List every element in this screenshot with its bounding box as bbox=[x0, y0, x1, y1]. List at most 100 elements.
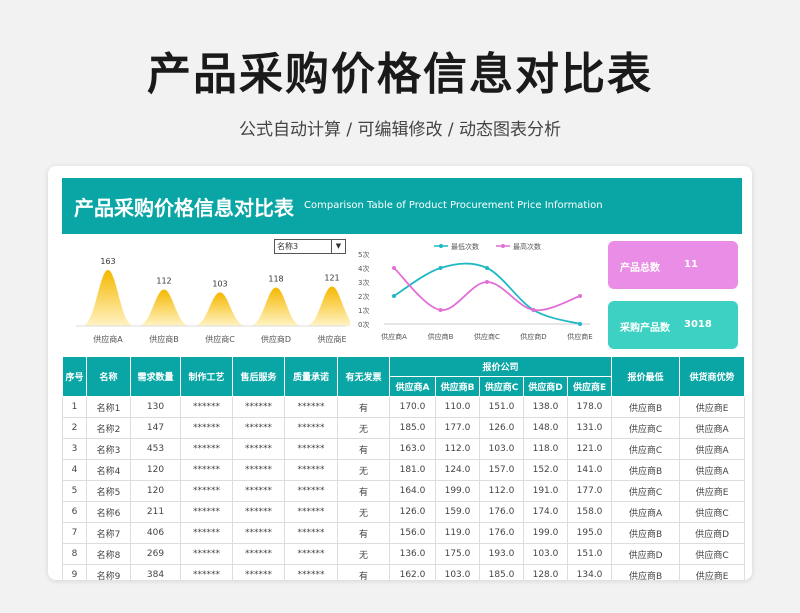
table-cell[interactable]: 2 bbox=[62, 417, 87, 439]
table-cell[interactable]: 170.0 bbox=[389, 396, 436, 418]
chevron-down-icon[interactable]: ▼ bbox=[331, 240, 345, 253]
table-cell[interactable]: 110.0 bbox=[435, 396, 480, 418]
table-cell[interactable]: 3 bbox=[62, 438, 87, 460]
table-cell[interactable]: 1 bbox=[62, 396, 87, 418]
table-cell[interactable]: ****** bbox=[180, 564, 233, 580]
table-cell[interactable]: 191.0 bbox=[523, 480, 568, 502]
table-cell[interactable]: 178.0 bbox=[566, 396, 613, 418]
table-cell[interactable]: 供应商D bbox=[679, 522, 746, 544]
table-cell[interactable]: 157.0 bbox=[479, 459, 524, 481]
table-cell[interactable]: 供应商C bbox=[611, 438, 681, 460]
table-cell[interactable]: 151.0 bbox=[566, 543, 613, 565]
table-cell[interactable]: 181.0 bbox=[389, 459, 436, 481]
table-cell[interactable]: 185.0 bbox=[479, 564, 524, 580]
table-cell[interactable]: 112.0 bbox=[435, 438, 480, 460]
table-cell[interactable]: 151.0 bbox=[479, 396, 524, 418]
table-cell[interactable]: 119.0 bbox=[435, 522, 480, 544]
table-cell[interactable]: 有 bbox=[337, 396, 390, 418]
table-cell[interactable]: 103.0 bbox=[523, 543, 568, 565]
table-cell[interactable]: ****** bbox=[180, 543, 233, 565]
table-cell[interactable]: 供应商B bbox=[611, 396, 681, 418]
table-cell[interactable]: 177.0 bbox=[566, 480, 613, 502]
table-cell[interactable]: 6 bbox=[62, 501, 87, 523]
table-cell[interactable]: 有 bbox=[337, 522, 390, 544]
table-cell[interactable]: 有 bbox=[337, 564, 390, 580]
table-cell[interactable]: 8 bbox=[62, 543, 87, 565]
table-cell[interactable]: 131.0 bbox=[566, 417, 613, 439]
table-cell[interactable]: 406 bbox=[130, 522, 181, 544]
table-cell[interactable]: ****** bbox=[232, 459, 285, 481]
table-cell[interactable]: 4 bbox=[62, 459, 87, 481]
table-cell[interactable]: ****** bbox=[232, 480, 285, 502]
table-cell[interactable]: 有 bbox=[337, 438, 390, 460]
table-cell[interactable]: 120 bbox=[130, 459, 181, 481]
table-cell[interactable]: 177.0 bbox=[435, 417, 480, 439]
table-cell[interactable]: 156.0 bbox=[389, 522, 436, 544]
table-cell[interactable]: 199.0 bbox=[435, 480, 480, 502]
table-cell[interactable]: ****** bbox=[180, 522, 233, 544]
table-cell[interactable]: 453 bbox=[130, 438, 181, 460]
table-cell[interactable]: 118.0 bbox=[523, 438, 568, 460]
table-cell[interactable]: ****** bbox=[232, 417, 285, 439]
table-cell[interactable]: 名称1 bbox=[86, 396, 131, 418]
table-cell[interactable]: 148.0 bbox=[523, 417, 568, 439]
table-cell[interactable]: 无 bbox=[337, 417, 390, 439]
table-cell[interactable]: 174.0 bbox=[523, 501, 568, 523]
table-cell[interactable]: ****** bbox=[284, 522, 338, 544]
table-cell[interactable]: ****** bbox=[232, 543, 285, 565]
table-cell[interactable]: ****** bbox=[180, 417, 233, 439]
table-cell[interactable]: 195.0 bbox=[566, 522, 613, 544]
table-cell[interactable]: 供应商E bbox=[679, 396, 746, 418]
table-cell[interactable]: ****** bbox=[180, 480, 233, 502]
table-cell[interactable]: 5 bbox=[62, 480, 87, 502]
table-cell[interactable]: 126.0 bbox=[479, 417, 524, 439]
table-cell[interactable]: 供应商C bbox=[611, 480, 681, 502]
table-cell[interactable]: ****** bbox=[284, 480, 338, 502]
table-cell[interactable]: ****** bbox=[284, 396, 338, 418]
table-cell[interactable]: 名称2 bbox=[86, 417, 131, 439]
table-cell[interactable]: 138.0 bbox=[523, 396, 568, 418]
table-cell[interactable]: 147 bbox=[130, 417, 181, 439]
table-cell[interactable]: 193.0 bbox=[479, 543, 524, 565]
table-cell[interactable]: 163.0 bbox=[389, 438, 436, 460]
table-cell[interactable]: 供应商C bbox=[679, 543, 746, 565]
table-cell[interactable]: 134.0 bbox=[566, 564, 613, 580]
table-cell[interactable]: ****** bbox=[284, 501, 338, 523]
table-cell[interactable]: 供应商A bbox=[679, 459, 746, 481]
table-cell[interactable]: 有 bbox=[337, 480, 390, 502]
table-cell[interactable]: 185.0 bbox=[389, 417, 436, 439]
table-cell[interactable]: 名称5 bbox=[86, 480, 131, 502]
table-cell[interactable]: 120 bbox=[130, 480, 181, 502]
table-cell[interactable]: 130 bbox=[130, 396, 181, 418]
table-cell[interactable]: 152.0 bbox=[523, 459, 568, 481]
table-cell[interactable]: 供应商E bbox=[679, 564, 746, 580]
table-cell[interactable]: ****** bbox=[232, 564, 285, 580]
table-cell[interactable]: ****** bbox=[232, 522, 285, 544]
table-cell[interactable]: ****** bbox=[180, 438, 233, 460]
table-cell[interactable]: 供应商C bbox=[679, 501, 746, 523]
table-cell[interactable]: 211 bbox=[130, 501, 181, 523]
table-cell[interactable]: 供应商A bbox=[679, 417, 746, 439]
table-cell[interactable]: 供应商B bbox=[611, 564, 681, 580]
table-cell[interactable]: 名称8 bbox=[86, 543, 131, 565]
table-cell[interactable]: 112.0 bbox=[479, 480, 524, 502]
table-cell[interactable]: 199.0 bbox=[523, 522, 568, 544]
table-cell[interactable]: 名称4 bbox=[86, 459, 131, 481]
table-cell[interactable]: 141.0 bbox=[566, 459, 613, 481]
table-cell[interactable]: ****** bbox=[232, 501, 285, 523]
table-cell[interactable]: 384 bbox=[130, 564, 181, 580]
table-cell[interactable]: ****** bbox=[284, 543, 338, 565]
table-cell[interactable]: 名称6 bbox=[86, 501, 131, 523]
table-cell[interactable]: 供应商C bbox=[611, 417, 681, 439]
table-cell[interactable]: 无 bbox=[337, 501, 390, 523]
table-cell[interactable]: 126.0 bbox=[389, 501, 436, 523]
table-cell[interactable]: 名称3 bbox=[86, 438, 131, 460]
table-cell[interactable]: 供应商E bbox=[679, 480, 746, 502]
table-cell[interactable]: 164.0 bbox=[389, 480, 436, 502]
table-cell[interactable]: ****** bbox=[180, 396, 233, 418]
table-cell[interactable]: 名称7 bbox=[86, 522, 131, 544]
table-cell[interactable]: 269 bbox=[130, 543, 181, 565]
table-cell[interactable]: ****** bbox=[284, 417, 338, 439]
table-cell[interactable]: ****** bbox=[180, 459, 233, 481]
table-cell[interactable]: 128.0 bbox=[523, 564, 568, 580]
